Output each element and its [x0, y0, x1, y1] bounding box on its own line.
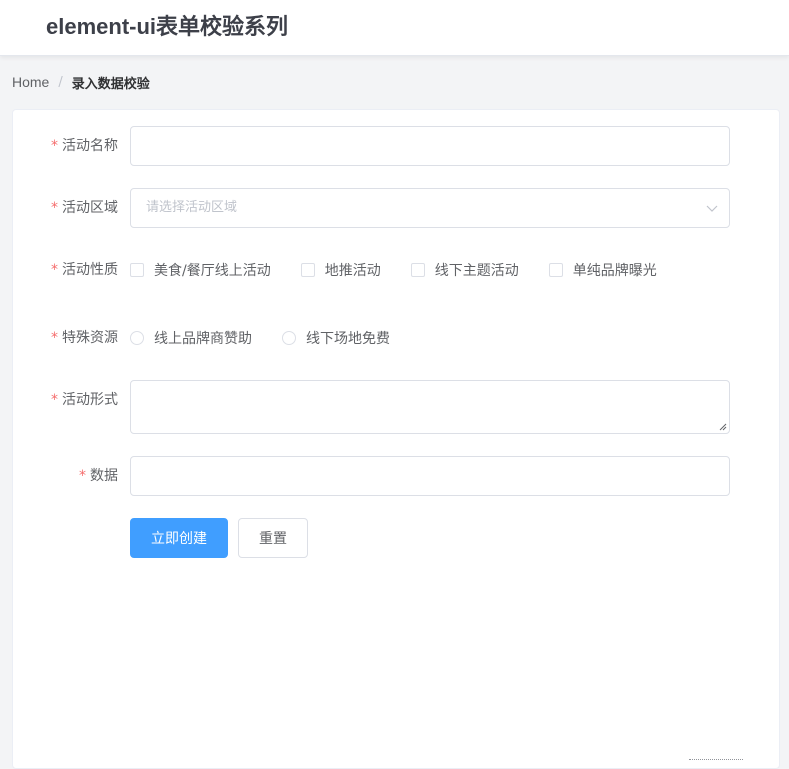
- resource-option-label: 线下场地免费: [306, 331, 390, 347]
- type-option-label: 地推活动: [324, 263, 381, 279]
- checkbox-icon[interactable]: [300, 263, 315, 277]
- required-mark: *: [51, 138, 58, 154]
- resource-option-label: 线上品牌商赞助: [154, 331, 252, 347]
- submit-button[interactable]: 立即创建: [130, 518, 228, 558]
- resize-handle-icon[interactable]: [719, 423, 727, 431]
- activity-form-textarea[interactable]: [130, 380, 730, 434]
- type-option-label: 单纯品牌曝光: [572, 263, 657, 279]
- type-label-text: 活动性质: [62, 262, 118, 278]
- activity-region-select[interactable]: 请选择活动区域: [130, 188, 730, 228]
- data-label-text: 数据: [90, 468, 118, 484]
- breadcrumb-separator: /: [58, 74, 63, 90]
- resource-radio-group: 线上品牌商赞助 线下场地免费: [130, 318, 390, 358]
- name-label: * 活动名称: [13, 126, 118, 166]
- name-control: [130, 126, 730, 166]
- breadcrumb-current: 录入数据校验: [71, 76, 150, 92]
- page-header: element-ui表单校验系列: [0, 0, 789, 56]
- form-actions: 立即创建 重置: [130, 518, 308, 558]
- checkbox-icon[interactable]: [548, 263, 563, 277]
- name-label-text: 活动名称: [62, 138, 118, 154]
- required-mark: *: [79, 468, 86, 484]
- form-card: * 活动名称 * 活动区域 请选择活动区域 * 活动性质 美食/餐厅线上活动 地…: [12, 109, 780, 769]
- page-title: element-ui表单校验系列: [46, 14, 289, 39]
- desc-control: [130, 380, 730, 434]
- checkbox-icon[interactable]: [130, 263, 144, 277]
- type-option-label: 美食/餐厅线上活动: [154, 263, 271, 279]
- type-label: * 活动性质: [13, 250, 118, 290]
- breadcrumb-home-link[interactable]: Home: [12, 74, 49, 90]
- resource-label-text: 特殊资源: [62, 330, 118, 346]
- region-label-text: 活动区域: [62, 200, 118, 216]
- required-mark: *: [51, 392, 58, 408]
- resource-option-venue[interactable]: 线下场地免费: [282, 328, 390, 348]
- radio-icon[interactable]: [130, 331, 144, 345]
- desc-label: * 活动形式: [13, 380, 118, 420]
- reset-button[interactable]: 重置: [238, 518, 308, 558]
- type-option-offline[interactable]: 线下主题活动: [410, 260, 519, 280]
- resource-option-sponsor[interactable]: 线上品牌商赞助: [130, 328, 252, 348]
- data-control: [130, 456, 730, 496]
- radio-icon[interactable]: [282, 331, 296, 345]
- activity-type-checkbox-group: 美食/餐厅线上活动 地推活动 线下主题活动 单纯品牌曝光: [130, 250, 657, 290]
- checkbox-icon[interactable]: [410, 263, 425, 277]
- region-control: 请选择活动区域: [130, 188, 730, 228]
- required-mark: *: [51, 200, 58, 216]
- resource-label: * 特殊资源: [13, 318, 118, 358]
- region-label: * 活动区域: [13, 188, 118, 228]
- desc-label-text: 活动形式: [62, 392, 118, 408]
- activity-name-input[interactable]: [130, 126, 730, 166]
- data-label: * 数据: [13, 456, 118, 496]
- required-mark: *: [51, 330, 58, 346]
- type-option-food[interactable]: 美食/餐厅线上活动: [130, 260, 271, 280]
- breadcrumb: Home / 录入数据校验: [12, 72, 150, 92]
- data-input[interactable]: [130, 456, 730, 496]
- type-option-brand[interactable]: 单纯品牌曝光: [548, 260, 657, 280]
- type-option-ground[interactable]: 地推活动: [300, 260, 381, 280]
- type-option-label: 线下主题活动: [434, 263, 519, 279]
- region-placeholder: 请选择活动区域: [146, 200, 238, 215]
- required-mark: *: [51, 262, 58, 278]
- chevron-down-icon: [706, 205, 718, 212]
